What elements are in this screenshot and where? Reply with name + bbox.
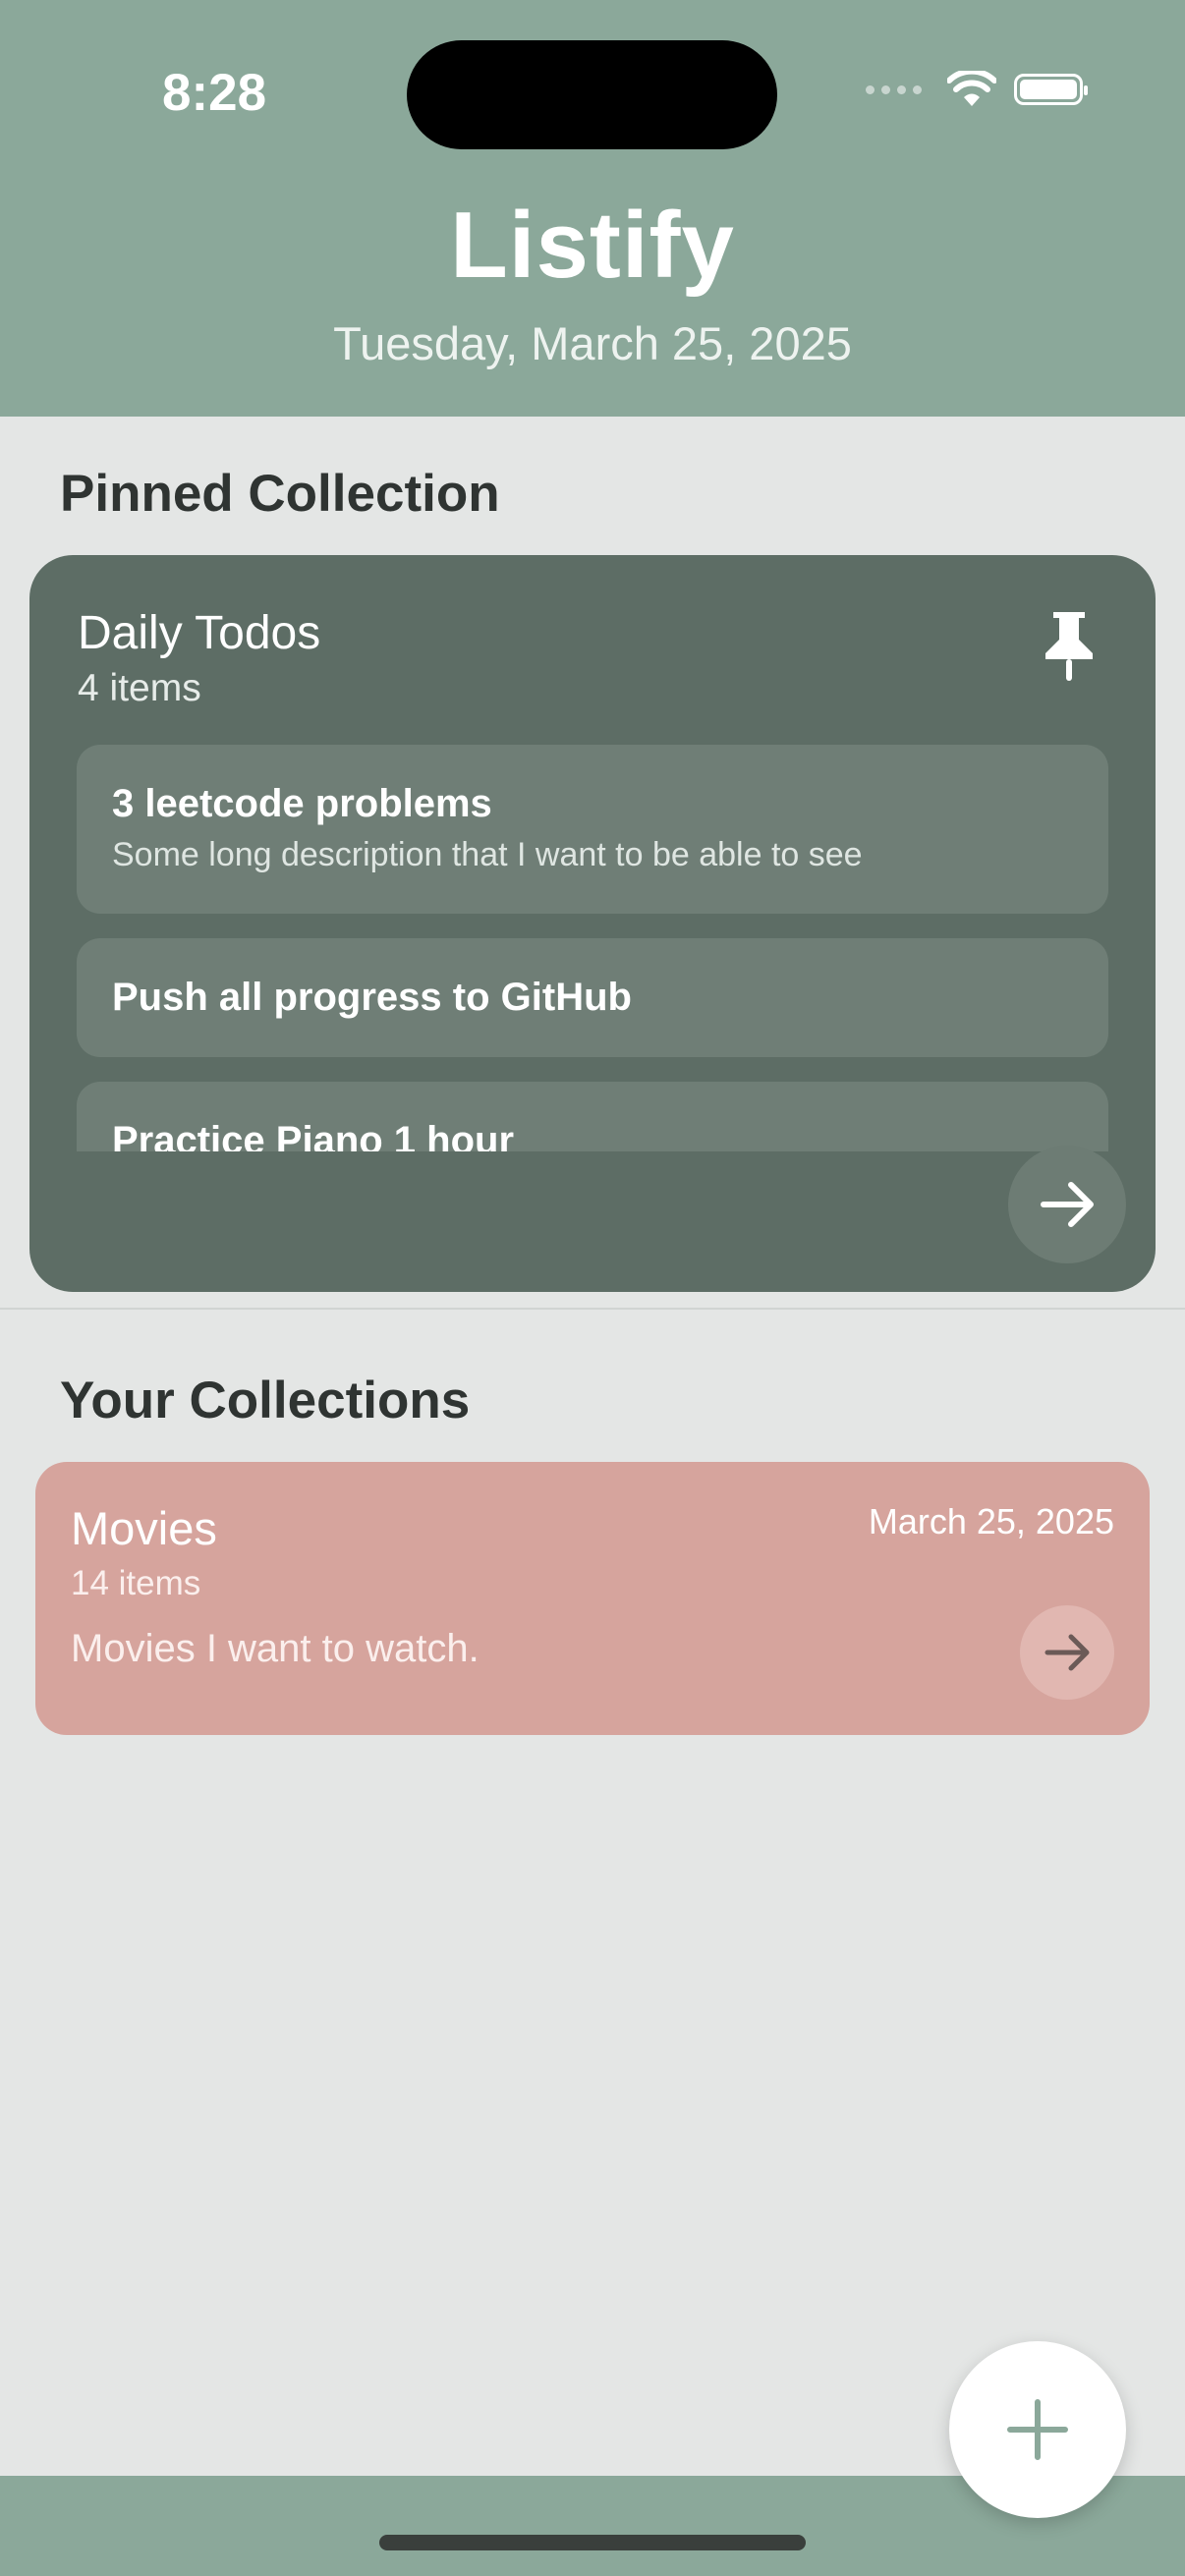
current-date: Tuesday, March 25, 2025 xyxy=(333,317,852,369)
todo-item[interactable]: 3 leetcode problems Some long descriptio… xyxy=(77,745,1108,914)
todo-item[interactable]: Practice Piano 1 hour xyxy=(77,1082,1108,1151)
todo-item-description: Some long description that I want to be … xyxy=(112,836,863,873)
app-header: 8:28 Listify Tuesday, March 25, 2025 xyxy=(0,0,1185,417)
app-title: Listify xyxy=(450,193,735,298)
open-collection-button[interactable] xyxy=(1020,1605,1114,1700)
section-divider xyxy=(0,1308,1185,1310)
status-icons xyxy=(866,71,1088,108)
collections-section-title: Your Collections xyxy=(60,1372,471,1429)
collection-name: Movies xyxy=(71,1502,217,1554)
collection-card[interactable]: Movies March 25, 2025 14 items Movies I … xyxy=(35,1462,1150,1735)
wifi-icon xyxy=(947,71,996,106)
dynamic-island xyxy=(407,40,777,149)
collection-item-count: 14 items xyxy=(71,1564,201,1602)
todo-item-title: Push all progress to GitHub xyxy=(112,976,632,1019)
pinned-items-list: 3 leetcode problems Some long descriptio… xyxy=(77,745,1108,1151)
home-indicator[interactable] xyxy=(379,2535,806,2550)
add-collection-button[interactable] xyxy=(949,2341,1126,2518)
pinned-item-count: 4 items xyxy=(78,667,201,709)
status-time: 8:28 xyxy=(162,64,267,122)
pinned-collection-card[interactable]: Daily Todos 4 items 3 leetcode problems … xyxy=(29,555,1156,1292)
arrow-right-icon xyxy=(1044,1634,1090,1671)
pinned-section-title: Pinned Collection xyxy=(60,465,500,523)
arrow-right-icon xyxy=(1041,1182,1094,1227)
open-pinned-button[interactable] xyxy=(1008,1146,1126,1263)
pinned-collection-name: Daily Todos xyxy=(78,607,321,659)
todo-item-title: 3 leetcode problems xyxy=(112,782,492,825)
pin-icon[interactable] xyxy=(1042,610,1097,683)
cellular-icon xyxy=(866,84,922,94)
todo-item[interactable]: Push all progress to GitHub xyxy=(77,938,1108,1057)
collection-date: March 25, 2025 xyxy=(868,1501,1114,1541)
battery-icon xyxy=(1014,74,1088,105)
collection-description: Movies I want to watch. xyxy=(71,1627,480,1670)
plus-icon xyxy=(1007,2399,1068,2460)
todo-item-title: Practice Piano 1 hour xyxy=(112,1119,515,1151)
